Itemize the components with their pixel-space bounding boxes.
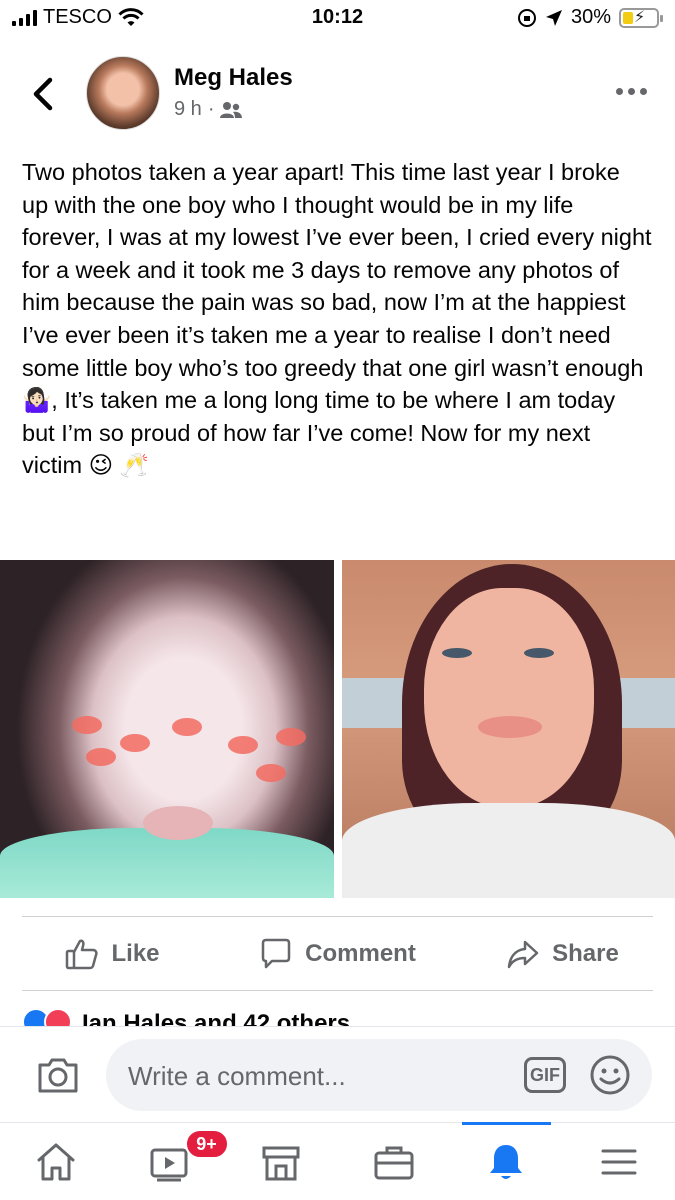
reactions-summary[interactable]: Ian Hales and 42 others [22,1008,350,1028]
post-photos [0,560,675,898]
love-reaction-icon [44,1008,72,1028]
comment-button[interactable]: Comment [225,920,450,988]
like-label: Like [111,940,160,967]
author-name[interactable]: Meg Hales [174,64,293,92]
share-icon [507,940,539,969]
nav-menu[interactable] [563,1123,675,1200]
nav-notifications[interactable] [450,1122,563,1200]
notifications-icon [490,1144,523,1179]
thumbs-up-icon [66,939,99,970]
bottom-nav: 9+ [0,1122,675,1200]
back-arrow-icon[interactable] [26,72,62,116]
divider [22,916,653,917]
post-text: Two photos taken a year apart! This time… [22,156,652,482]
battery-percent: 30% [570,6,611,28]
nav-watch[interactable]: 9+ [113,1123,229,1200]
comment-label: Comment [305,940,416,967]
meta-separator: · [207,98,215,120]
photo-before[interactable] [0,560,334,898]
orientation-lock-icon [517,8,536,27]
post-meta: 9 h · [174,98,243,121]
like-button[interactable]: Like [0,920,225,988]
comment-placeholder: Write a comment... [128,1061,346,1091]
more-options-icon[interactable] [616,88,647,95]
divider [22,990,653,991]
status-bar: TESCO 10:12 30% ⚡ [0,0,675,40]
author-avatar[interactable] [86,56,160,130]
gif-button[interactable]: GIF [524,1057,566,1093]
post-body: Two photos taken a year apart! This time… [22,159,659,479]
nav-marketplace[interactable] [225,1123,338,1200]
nav-home[interactable] [0,1123,113,1200]
share-button[interactable]: Share [450,920,675,988]
emoji-icon[interactable] [588,1053,632,1097]
home-icon [37,1143,75,1180]
post-time[interactable]: 9 h [174,98,202,121]
watch-badge: 9+ [184,1129,229,1159]
camera-icon[interactable] [36,1055,80,1095]
photo-after[interactable] [342,560,675,898]
comment-input[interactable]: Write a comment... GIF [106,1039,652,1111]
marketplace-icon [262,1146,300,1180]
friends-icon [220,101,243,118]
comment-icon [261,938,291,969]
status-right: 30% ⚡ [517,6,663,29]
comment-bar: Write a comment... GIF [0,1026,675,1122]
post-actions: Like Comment Share [0,920,675,988]
watch-icon [150,1148,188,1181]
battery-icon: ⚡ [619,7,663,28]
nav-jobs[interactable] [338,1123,451,1200]
menu-icon [601,1149,637,1174]
share-label: Share [552,940,619,967]
reaction-icons [22,1008,72,1028]
post-header: Meg Hales 9 h · [0,50,675,140]
location-icon [545,9,562,26]
jobs-icon [374,1146,414,1179]
